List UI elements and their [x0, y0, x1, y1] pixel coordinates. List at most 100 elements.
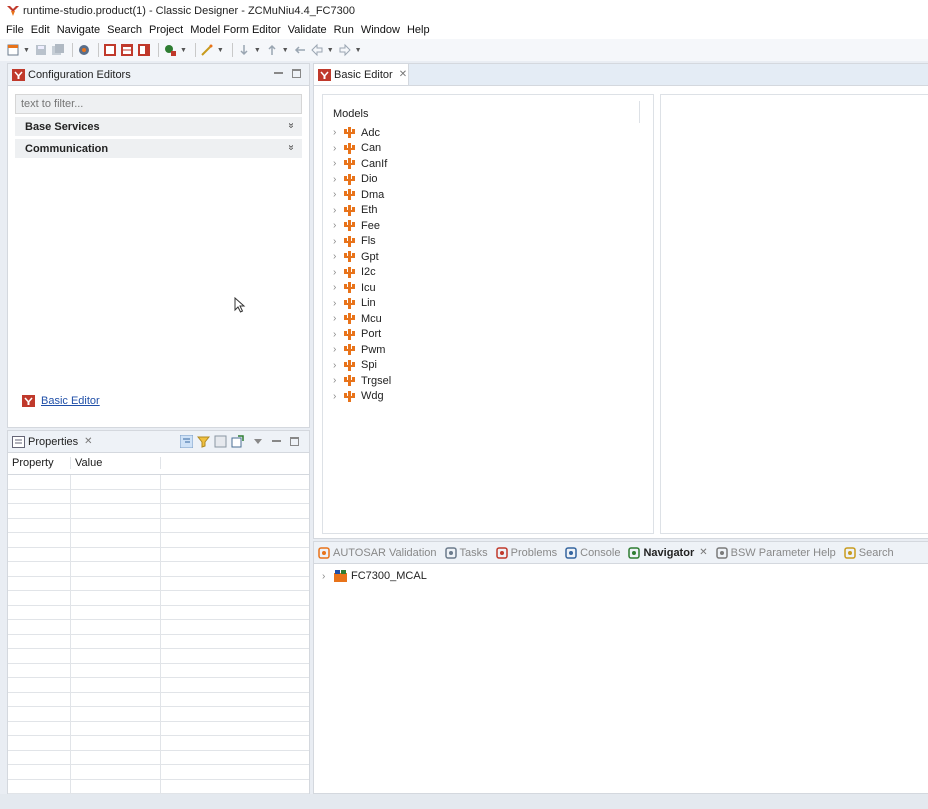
- menu-file[interactable]: File: [6, 24, 24, 36]
- tab-console[interactable]: Console: [565, 547, 620, 559]
- expand-icon[interactable]: »: [286, 123, 297, 129]
- expand-arrow-icon[interactable]: ›: [333, 344, 344, 355]
- editor-red-icon[interactable]: [103, 43, 117, 57]
- model-item-pwm[interactable]: › Pwm: [333, 342, 391, 358]
- expand-arrow-icon[interactable]: ›: [333, 220, 344, 231]
- expand-arrow-icon[interactable]: ›: [333, 298, 344, 309]
- model-item-trgsel[interactable]: › Trgsel: [333, 373, 391, 389]
- model-item-mcu[interactable]: › Mcu: [333, 311, 391, 327]
- editor-table-icon[interactable]: [120, 43, 134, 57]
- minimize-icon[interactable]: [272, 437, 281, 446]
- wand-dropdown-icon[interactable]: ▼: [217, 47, 224, 54]
- section-base-services[interactable]: Base Services »: [15, 117, 302, 136]
- close-icon[interactable]: ✕: [399, 69, 407, 80]
- collapse-all-icon[interactable]: [214, 435, 227, 448]
- tab-bsw-parameter-help[interactable]: BSW Parameter Help: [715, 547, 836, 559]
- expand-arrow-icon[interactable]: ›: [333, 329, 344, 340]
- menu-edit[interactable]: Edit: [31, 24, 50, 36]
- prev-annotation-dropdown-icon[interactable]: ▼: [282, 47, 289, 54]
- view-menu-icon[interactable]: [254, 437, 263, 446]
- expand-arrow-icon[interactable]: ›: [333, 313, 344, 324]
- next-annotation-dropdown-icon[interactable]: ▼: [254, 47, 261, 54]
- model-item-gpt[interactable]: › Gpt: [333, 249, 391, 265]
- expand-arrow-icon[interactable]: ›: [333, 236, 344, 247]
- menu-run[interactable]: Run: [334, 24, 354, 36]
- model-item-i2c[interactable]: › I2c: [333, 265, 391, 281]
- expand-arrow-icon[interactable]: ›: [333, 251, 344, 262]
- new-icon[interactable]: [6, 43, 20, 57]
- navigator-tree-item[interactable]: › FC7300_MCAL: [322, 570, 427, 582]
- tab-problems[interactable]: Problems: [495, 547, 557, 559]
- model-item-spi[interactable]: › Spi: [333, 358, 391, 374]
- expand-arrow-icon[interactable]: ›: [333, 282, 344, 293]
- expand-arrow-icon[interactable]: ›: [333, 189, 344, 200]
- model-item-can[interactable]: › Can: [333, 141, 391, 157]
- properties-tab[interactable]: Properties ✕: [8, 431, 309, 453]
- basic-editor-link[interactable]: Basic Editor: [41, 395, 100, 407]
- model-item-fls[interactable]: › Fls: [333, 234, 391, 250]
- menu-validate[interactable]: Validate: [288, 24, 327, 36]
- section-communication[interactable]: Communication »: [15, 139, 302, 158]
- expand-arrow-icon[interactable]: ›: [333, 143, 344, 154]
- column-header[interactable]: Value: [71, 457, 161, 469]
- next-annotation-icon[interactable]: [237, 43, 251, 57]
- generate-dropdown-icon[interactable]: ▼: [180, 47, 187, 54]
- maximize-icon[interactable]: [290, 437, 299, 446]
- filter-field[interactable]: [15, 94, 302, 114]
- expand-arrow-icon[interactable]: ›: [333, 158, 344, 169]
- close-icon[interactable]: ✕: [699, 547, 707, 558]
- forward-dropdown-icon[interactable]: ▼: [355, 47, 362, 54]
- expand-arrow-icon[interactable]: ›: [333, 360, 344, 371]
- build-icon[interactable]: [77, 43, 91, 57]
- pin-icon[interactable]: [231, 435, 244, 448]
- menu-help[interactable]: Help: [407, 24, 430, 36]
- filter-input[interactable]: [21, 98, 301, 110]
- editor-form-icon[interactable]: [137, 43, 151, 57]
- menu-search[interactable]: Search: [107, 24, 142, 36]
- model-item-port[interactable]: › Port: [333, 327, 391, 343]
- maximize-icon[interactable]: [292, 69, 301, 78]
- close-icon[interactable]: ✕: [84, 436, 92, 447]
- expand-arrow-icon[interactable]: ›: [333, 205, 344, 216]
- tab-navigator[interactable]: Navigator ✕: [628, 547, 708, 559]
- menu-window[interactable]: Window: [361, 24, 400, 36]
- filter-advanced-icon[interactable]: [197, 435, 210, 448]
- menu-project[interactable]: Project: [149, 24, 183, 36]
- generate-icon[interactable]: [163, 43, 177, 57]
- expand-arrow-icon[interactable]: ›: [333, 174, 344, 185]
- basic-editor-tab[interactable]: Basic Editor ✕: [314, 64, 409, 86]
- model-item-wdg[interactable]: › Wdg: [333, 389, 391, 405]
- forward-icon[interactable]: [338, 43, 352, 57]
- model-item-fee[interactable]: › Fee: [333, 218, 391, 234]
- tab-autosar-validation[interactable]: AUTOSAR Validation: [318, 547, 437, 559]
- tab-search[interactable]: Search: [844, 547, 894, 559]
- model-item-dio[interactable]: › Dio: [333, 172, 391, 188]
- expand-arrow-icon[interactable]: ›: [333, 267, 344, 278]
- menu-navigate[interactable]: Navigate: [57, 24, 100, 36]
- expand-arrow-icon[interactable]: ›: [333, 375, 344, 386]
- save-all-icon[interactable]: [51, 43, 65, 57]
- expand-arrow-icon[interactable]: ›: [333, 127, 344, 138]
- basic-editor-link-row[interactable]: Basic Editor: [22, 395, 100, 407]
- back-dropdown-icon[interactable]: ▼: [327, 47, 334, 54]
- configuration-editors-tab[interactable]: Configuration Editors: [8, 64, 309, 86]
- last-edit-icon[interactable]: [293, 43, 307, 57]
- expand-arrow-icon[interactable]: ›: [322, 571, 334, 582]
- expand-arrow-icon[interactable]: ›: [333, 391, 344, 402]
- model-item-dma[interactable]: › Dma: [333, 187, 391, 203]
- expand-icon[interactable]: »: [286, 145, 297, 151]
- model-item-eth[interactable]: › Eth: [333, 203, 391, 219]
- tab-tasks[interactable]: Tasks: [444, 547, 488, 559]
- save-icon[interactable]: [34, 43, 48, 57]
- wand-icon[interactable]: [200, 43, 214, 57]
- model-item-lin[interactable]: › Lin: [333, 296, 391, 312]
- model-item-icu[interactable]: › Icu: [333, 280, 391, 296]
- prev-annotation-icon[interactable]: [265, 43, 279, 57]
- column-header[interactable]: Property: [8, 457, 71, 469]
- minimize-icon[interactable]: [274, 69, 283, 78]
- model-item-adc[interactable]: › Adc: [333, 125, 391, 141]
- back-icon[interactable]: [310, 43, 324, 57]
- menu-model-form-editor[interactable]: Model Form Editor: [190, 24, 280, 36]
- model-item-canif[interactable]: › CanIf: [333, 156, 391, 172]
- new-dropdown-icon[interactable]: ▼: [23, 47, 30, 54]
